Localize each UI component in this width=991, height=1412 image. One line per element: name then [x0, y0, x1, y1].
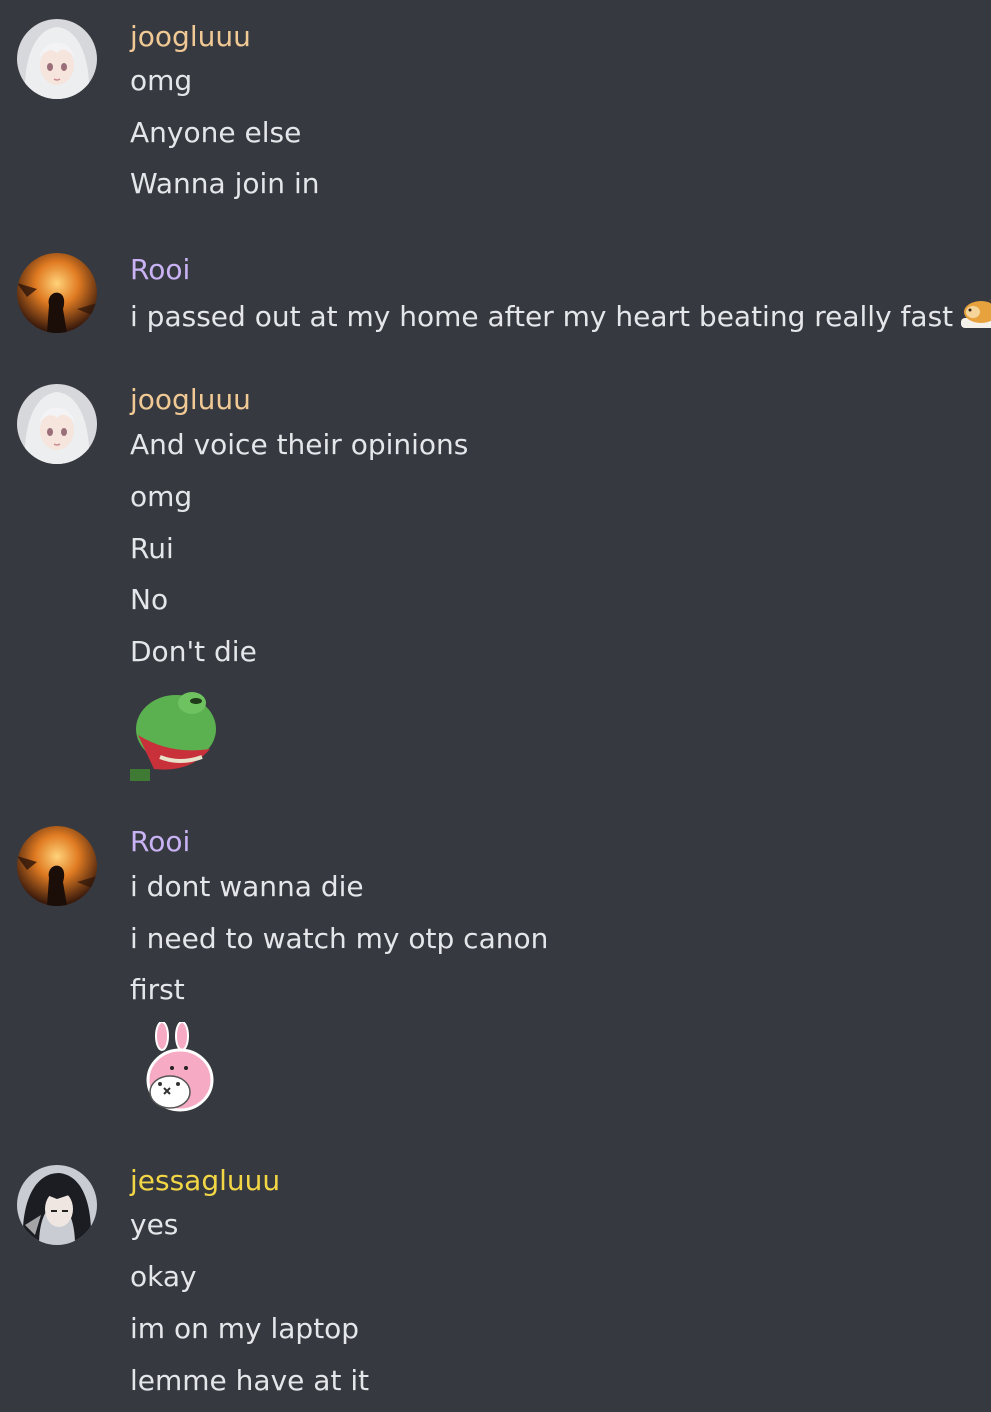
message-text: i dont wanna die — [130, 870, 364, 903]
message-text: lemme have at it — [130, 1364, 370, 1397]
pink-bunny-hug-sticker[interactable] — [140, 1021, 220, 1118]
message-text: Rui — [130, 532, 174, 565]
message-text: i passed out at my home after my heart b… — [130, 300, 954, 333]
message-text: omg — [130, 64, 193, 97]
screaming-frog-sticker[interactable] — [130, 685, 226, 785]
user-avatar[interactable] — [17, 1165, 97, 1245]
message-author[interactable]: jessagluuu — [130, 1164, 280, 1198]
message-text: omg — [130, 480, 193, 513]
message-author[interactable]: joogluuu — [130, 20, 251, 54]
message-text: okay — [130, 1260, 197, 1293]
message-text: Wanna join in — [130, 167, 320, 200]
message-text: yes — [130, 1208, 179, 1241]
sunset-silhouette-avatar — [17, 826, 97, 906]
message-author[interactable]: joogluuu — [130, 383, 251, 417]
user-avatar[interactable] — [17, 19, 97, 99]
dark-hair-character-avatar — [17, 1165, 97, 1245]
chat-message-list: joogluuu omg Anyone else Wanna join in R… — [0, 0, 991, 1412]
user-avatar[interactable] — [17, 253, 97, 333]
message-text: No — [130, 583, 169, 616]
message-text: i need to watch my otp canon — [130, 922, 549, 955]
message-author[interactable]: Rooi — [130, 825, 190, 859]
anime-girl-white-hair-avatar — [17, 384, 97, 464]
message-row: i passed out at my home after my heart b… — [130, 298, 991, 338]
message-author[interactable]: Rooi — [130, 253, 190, 287]
anime-girl-white-hair-avatar — [17, 19, 97, 99]
user-avatar[interactable] — [17, 826, 97, 906]
sleeping-hamster-emoji — [959, 292, 991, 338]
sunset-silhouette-avatar — [17, 253, 97, 333]
message-text: Don't die — [130, 635, 257, 668]
user-avatar[interactable] — [17, 384, 97, 464]
message-text: Anyone else — [130, 116, 302, 149]
message-text: im on my laptop — [130, 1312, 360, 1345]
message-text: first — [130, 973, 185, 1006]
message-text: And voice their opinions — [130, 428, 469, 461]
